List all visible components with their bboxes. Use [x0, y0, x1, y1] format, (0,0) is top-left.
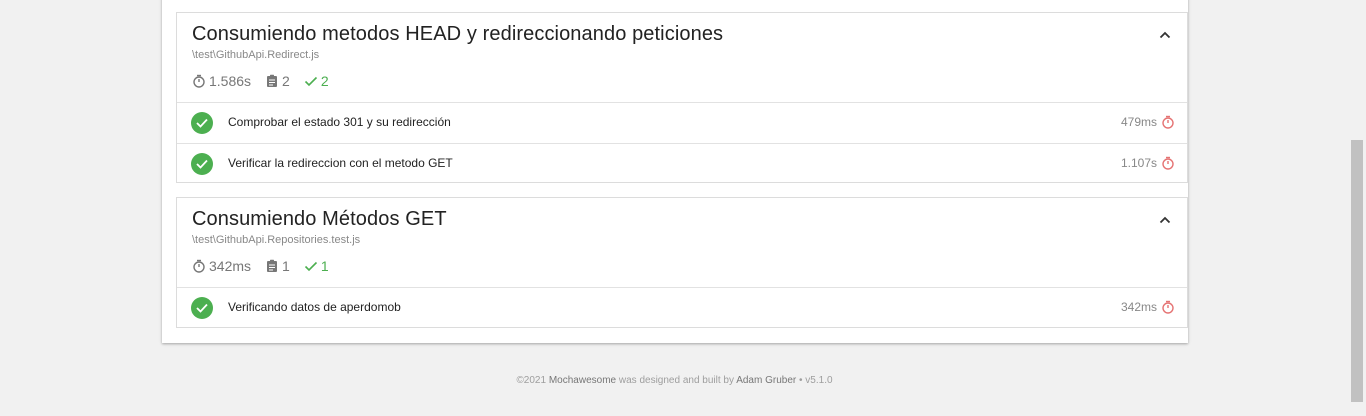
- suite-passed-stat: 2: [304, 73, 329, 89]
- scrollbar-thumb[interactable]: [1351, 140, 1363, 402]
- test-row[interactable]: Comprobar el estado 301 y su redirección…: [177, 103, 1187, 144]
- suite-duration-stat: 342ms: [192, 258, 251, 274]
- footer: ©2021 Mochawesome was designed and built…: [0, 375, 1349, 386]
- mochawesome-link[interactable]: Mochawesome: [549, 375, 616, 386]
- timer-icon: [1162, 300, 1174, 314]
- test-row[interactable]: Verificar la redireccion con el metodo G…: [177, 144, 1187, 184]
- suite-stats: 342ms 1 1: [192, 258, 343, 274]
- suite-tests-stat: 2: [265, 73, 290, 89]
- test-duration-value: 479ms: [1120, 115, 1157, 129]
- clipboard-icon: [267, 259, 278, 272]
- stopwatch-icon: [193, 74, 205, 88]
- check-circle-icon: [191, 112, 213, 134]
- test-title: Verificar la redireccion con el metodo G…: [228, 156, 453, 170]
- test-duration: 342ms: [1121, 300, 1175, 314]
- footer-text: was designed and built by: [616, 375, 737, 386]
- stopwatch-icon: [193, 259, 205, 273]
- suite-filename: \test\GithubApi.Repositories.test.js: [192, 234, 361, 246]
- test-title: Comprobar el estado 301 y su redirección: [228, 115, 451, 129]
- clipboard-icon: [267, 74, 278, 87]
- suite-duration: 1.586s: [209, 73, 252, 89]
- scrollbar[interactable]: [1349, 0, 1366, 416]
- check-circle-icon: [191, 297, 213, 319]
- suite-passed-count: 1: [320, 258, 329, 274]
- suite-stats: 1.586s 2 2: [192, 73, 343, 89]
- author-link[interactable]: Adam Gruber: [736, 375, 796, 386]
- suite-filename: \test\GithubApi.Redirect.js: [192, 49, 320, 61]
- suite-passed-stat: 1: [304, 258, 329, 274]
- check-icon: [304, 261, 317, 272]
- suite-tests-count: 2: [282, 73, 290, 89]
- suite-duration: 342ms: [209, 258, 252, 274]
- test-duration: 1.107s: [1121, 156, 1175, 170]
- test-duration-value: 342ms: [1120, 300, 1157, 314]
- chevron-up-icon[interactable]: [1157, 27, 1173, 43]
- suite: Consumiendo Métodos GET \test\GithubApi.…: [176, 197, 1188, 328]
- suite-title: Consumiendo metodos HEAD y redireccionan…: [192, 23, 724, 45]
- chevron-up-icon[interactable]: [1157, 212, 1173, 228]
- suite-tests-stat: 1: [265, 258, 290, 274]
- test-title: Verificando datos de aperdomob: [228, 300, 401, 314]
- report-card: Consumiendo metodos HEAD y redireccionan…: [162, 0, 1188, 343]
- suite-duration-stat: 1.586s: [192, 73, 251, 89]
- test-duration-value: 1.107s: [1120, 156, 1157, 170]
- check-icon: [304, 76, 317, 87]
- suite: Consumiendo metodos HEAD y redireccionan…: [176, 12, 1188, 183]
- test-row[interactable]: Verificando datos de aperdomob 342ms: [177, 288, 1187, 328]
- footer-version: • v5.1.0: [796, 375, 833, 386]
- check-circle-icon: [191, 153, 213, 175]
- timer-icon: [1162, 115, 1174, 129]
- suite-header: Consumiendo metodos HEAD y redireccionan…: [177, 13, 1187, 103]
- footer-copyright: ©2021: [516, 375, 547, 386]
- suite-passed-count: 2: [320, 73, 329, 89]
- timer-icon: [1162, 156, 1174, 170]
- suite-tests-count: 1: [282, 258, 290, 274]
- suite-header: Consumiendo Métodos GET \test\GithubApi.…: [177, 198, 1187, 288]
- test-duration: 479ms: [1121, 115, 1175, 129]
- suite-title: Consumiendo Métodos GET: [192, 208, 447, 230]
